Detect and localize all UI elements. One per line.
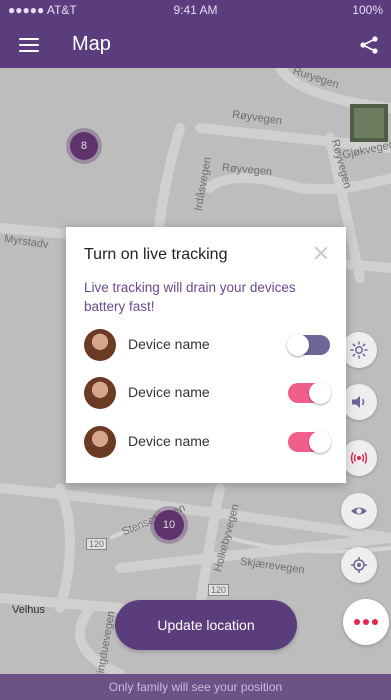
toggle-knob xyxy=(309,382,331,404)
battery-warning-text: Live tracking will drain your devices ba… xyxy=(84,280,296,314)
brightness-icon xyxy=(350,341,368,359)
visibility-button[interactable] xyxy=(341,493,377,529)
toggle-knob xyxy=(309,431,331,453)
avatar xyxy=(84,426,116,458)
device-row: Device name xyxy=(84,327,330,363)
top-nav-bar: Map xyxy=(0,20,391,68)
brightness-button[interactable] xyxy=(341,332,377,368)
status-bar: ●●●●● AT&T 9:41 AM 100% xyxy=(0,0,391,20)
live-tracking-dialog: Turn on live tracking Live tracking will… xyxy=(66,227,346,483)
battery-level: 100% xyxy=(352,3,383,17)
update-location-button[interactable]: Update location xyxy=(115,600,297,650)
privacy-footer: Only family will see your position xyxy=(0,674,391,700)
avatar xyxy=(84,377,116,409)
live-tracking-toggle[interactable] xyxy=(288,382,331,404)
toggle-knob xyxy=(287,334,309,356)
avatar xyxy=(84,329,116,361)
more-dots-icon xyxy=(354,619,378,625)
device-row: Device name xyxy=(84,375,331,411)
share-icon[interactable] xyxy=(359,35,379,55)
more-options-button[interactable] xyxy=(343,599,389,645)
close-icon[interactable] xyxy=(314,246,328,260)
broadcast-button[interactable] xyxy=(341,440,377,476)
locate-button[interactable] xyxy=(341,547,377,583)
device-row: Device name xyxy=(84,424,331,460)
volume-button[interactable] xyxy=(341,384,377,420)
menu-icon[interactable] xyxy=(19,38,39,52)
device-name: Device name xyxy=(128,384,210,400)
volume-icon xyxy=(352,396,365,408)
broadcast-icon xyxy=(350,452,368,464)
status-time: 9:41 AM xyxy=(173,3,218,17)
device-name: Device name xyxy=(128,433,210,449)
location-target-icon xyxy=(351,557,367,573)
page-title: Map xyxy=(72,33,111,55)
eye-icon xyxy=(351,507,367,515)
live-tracking-toggle[interactable] xyxy=(287,334,330,356)
live-tracking-toggle[interactable] xyxy=(288,431,331,453)
device-name: Device name xyxy=(128,336,210,352)
dialog-title: Turn on live tracking xyxy=(84,246,228,263)
